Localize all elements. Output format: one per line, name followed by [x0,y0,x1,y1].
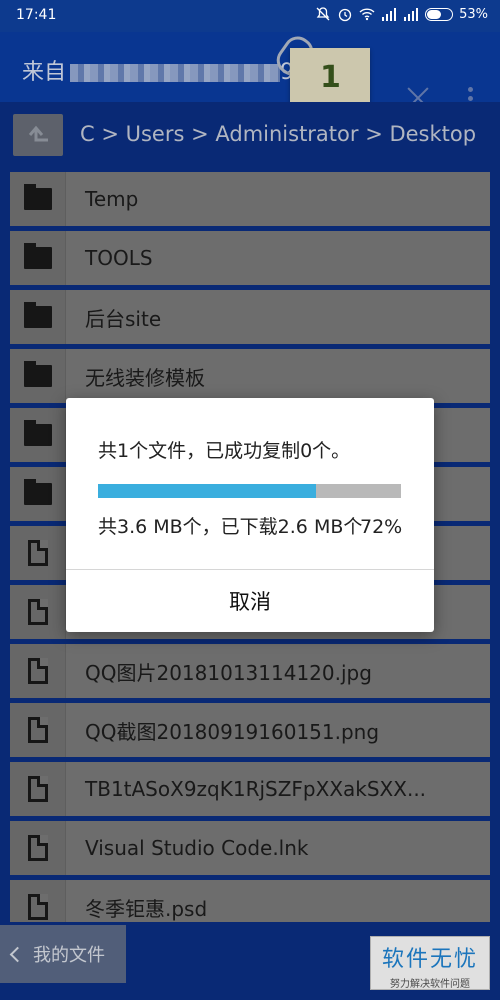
progress-fill [98,484,317,498]
mute-icon [316,7,330,21]
dialog-message: 共1个文件，已成功复制0个。 [98,440,351,462]
progress-percent: 72% [360,516,403,538]
status-bar: 17:41 53% [0,0,500,32]
copy-progress-dialog: 共1个文件，已成功复制0个。 共3.6 MB个，已下载2.6 MB个 72% 取… [66,398,434,632]
dialog-size-text: 共3.6 MB个，已下载2.6 MB个 [98,516,363,538]
cancel-button[interactable]: 取消 [66,570,434,632]
signal-icon-2 [404,8,419,21]
signal-icon [382,8,397,21]
battery-percent: 53% [459,6,488,22]
status-time: 17:41 [16,7,57,23]
alarm-icon [338,8,352,22]
status-icons: 53% [315,6,488,22]
wifi-icon [359,8,375,21]
progress-bar [98,484,401,498]
battery-icon [425,7,454,21]
